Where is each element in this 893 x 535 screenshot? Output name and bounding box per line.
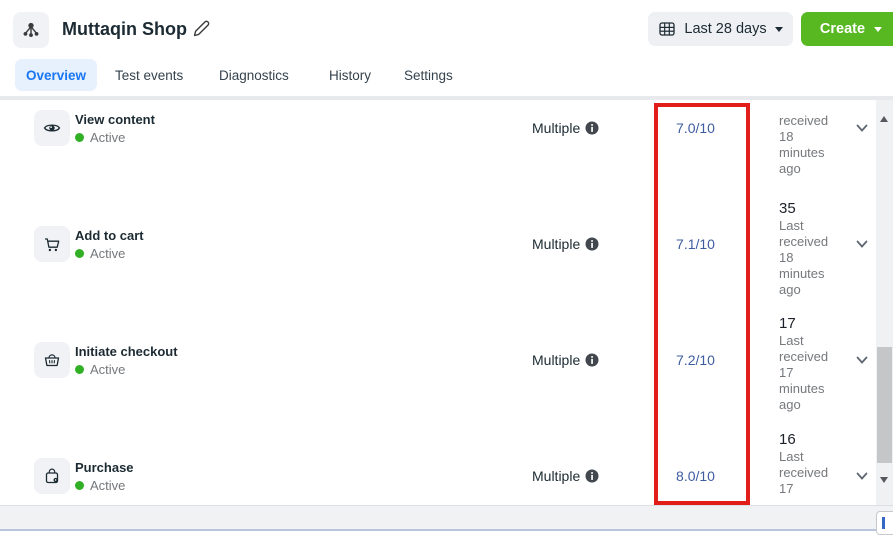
- active-dot-icon: [75, 133, 84, 142]
- match-quality-score[interactable]: 7.2/10: [648, 352, 743, 368]
- detail-line: received: [779, 234, 829, 249]
- detail-line: received: [779, 113, 829, 128]
- detail-line: received: [779, 349, 829, 364]
- event-status: Active: [75, 130, 125, 145]
- help-widget-mark: [882, 517, 885, 529]
- pixel-source-tile: [13, 12, 49, 48]
- event-icon-tile: [34, 110, 70, 146]
- detail-line: 18: [779, 129, 794, 144]
- create-label: Create: [819, 21, 866, 37]
- connection-label: Multiple: [532, 468, 581, 484]
- tab-settings[interactable]: Settings: [404, 59, 453, 91]
- event-row-purchase[interactable]: Purchase Active Multiple 8.0/10 16 Last …: [0, 418, 876, 505]
- event-status-label: Active: [90, 246, 126, 261]
- edit-pencil-icon[interactable]: [191, 19, 211, 39]
- match-quality-score[interactable]: 7.0/10: [648, 120, 743, 136]
- scroll-down-arrow-icon[interactable]: [880, 477, 888, 483]
- cart-icon: [45, 238, 60, 252]
- tab-diagnostics[interactable]: Diagnostics: [219, 59, 289, 91]
- events-manager-screen: Muttaqin Shop Last 28 days Create Overvi…: [0, 0, 893, 535]
- detail-line: 18: [779, 250, 794, 265]
- connection-label: Multiple: [532, 236, 581, 252]
- caret-down-icon: [774, 26, 783, 32]
- eye-icon: [43, 124, 61, 132]
- basket-icon: [44, 354, 60, 367]
- connection-cell: Multiple: [532, 119, 599, 137]
- event-row-add-to-cart[interactable]: Add to cart Active Multiple 7.1/10 35 La…: [0, 186, 876, 302]
- detail-line: minutes: [779, 381, 825, 396]
- connection-cell: Multiple: [532, 351, 599, 369]
- chevron-down-icon[interactable]: [854, 237, 870, 251]
- connection-cell: Multiple: [532, 467, 599, 485]
- match-quality-score[interactable]: 7.1/10: [648, 236, 743, 252]
- event-count: 35: [779, 200, 796, 217]
- chevron-down-icon[interactable]: [854, 469, 870, 483]
- event-status: Active: [75, 362, 125, 377]
- tab-test-events[interactable]: Test events: [115, 59, 183, 91]
- detail-line: Last: [779, 333, 804, 348]
- scroll-up-arrow-icon[interactable]: [880, 116, 888, 122]
- event-status-label: Active: [90, 478, 126, 493]
- footer-bar: [0, 505, 893, 529]
- active-dot-icon: [75, 481, 84, 490]
- detail-line: ago: [779, 397, 801, 412]
- calendar-icon: [659, 22, 676, 36]
- event-count: 17: [779, 315, 796, 332]
- match-quality-score[interactable]: 8.0/10: [648, 468, 743, 484]
- events-table-viewport: View content Active Multiple 7.0/10 rece…: [0, 100, 876, 505]
- bag-icon: [45, 468, 59, 484]
- event-icon-tile: [34, 226, 70, 262]
- event-name: Purchase: [75, 460, 134, 475]
- last-received-cell: received 18 minutes ago: [779, 113, 851, 177]
- data-source-icon: [23, 22, 39, 37]
- event-row-view-content[interactable]: View content Active Multiple 7.0/10 rece…: [0, 100, 876, 186]
- event-name: Add to cart: [75, 228, 144, 243]
- event-status: Active: [75, 478, 125, 493]
- detail-line: ago: [779, 161, 801, 176]
- detail-line: 17: [779, 365, 794, 380]
- page-title: Muttaqin Shop: [62, 19, 187, 39]
- last-received-cell: 16 Last received 17: [779, 431, 851, 497]
- create-button[interactable]: Create: [801, 12, 893, 46]
- event-status-label: Active: [90, 362, 126, 377]
- date-range-button[interactable]: Last 28 days: [648, 12, 793, 46]
- detail-line: Last: [779, 449, 804, 464]
- event-name: Initiate checkout: [75, 344, 178, 359]
- tab-history[interactable]: History: [329, 59, 371, 91]
- event-status-label: Active: [90, 130, 126, 145]
- connection-label: Multiple: [532, 120, 581, 136]
- scrollbar-thumb[interactable]: [877, 347, 892, 463]
- date-range-label: Last 28 days: [684, 21, 767, 37]
- event-row-initiate-checkout[interactable]: Initiate checkout Active Multiple 7.2/10…: [0, 302, 876, 418]
- chevron-down-icon[interactable]: [854, 353, 870, 367]
- vertical-scrollbar[interactable]: [876, 100, 893, 505]
- bottom-divider: [0, 529, 893, 531]
- info-icon[interactable]: [585, 237, 599, 251]
- detail-line: 17: [779, 481, 794, 496]
- info-icon[interactable]: [585, 121, 599, 135]
- info-icon[interactable]: [585, 469, 599, 483]
- tab-overview[interactable]: Overview: [15, 59, 98, 91]
- event-icon-tile: [34, 342, 70, 378]
- connection-cell: Multiple: [532, 235, 599, 253]
- detail-line: minutes: [779, 145, 825, 160]
- info-icon[interactable]: [585, 353, 599, 367]
- help-widget-button[interactable]: [876, 511, 893, 535]
- event-name: View content: [75, 112, 155, 127]
- event-status: Active: [75, 246, 125, 261]
- event-icon-tile: [34, 458, 70, 494]
- event-count: 16: [779, 431, 796, 448]
- detail-line: Last: [779, 218, 804, 233]
- last-received-cell: 35 Last received 18 minutes ago: [779, 200, 851, 298]
- connection-label: Multiple: [532, 352, 581, 368]
- active-dot-icon: [75, 249, 84, 258]
- detail-line: minutes: [779, 266, 825, 281]
- caret-down-icon: [874, 26, 883, 32]
- active-dot-icon: [75, 365, 84, 374]
- detail-line: ago: [779, 282, 801, 297]
- chevron-down-icon[interactable]: [854, 121, 870, 135]
- last-received-cell: 17 Last received 17 minutes ago: [779, 315, 851, 413]
- detail-line: received: [779, 465, 829, 480]
